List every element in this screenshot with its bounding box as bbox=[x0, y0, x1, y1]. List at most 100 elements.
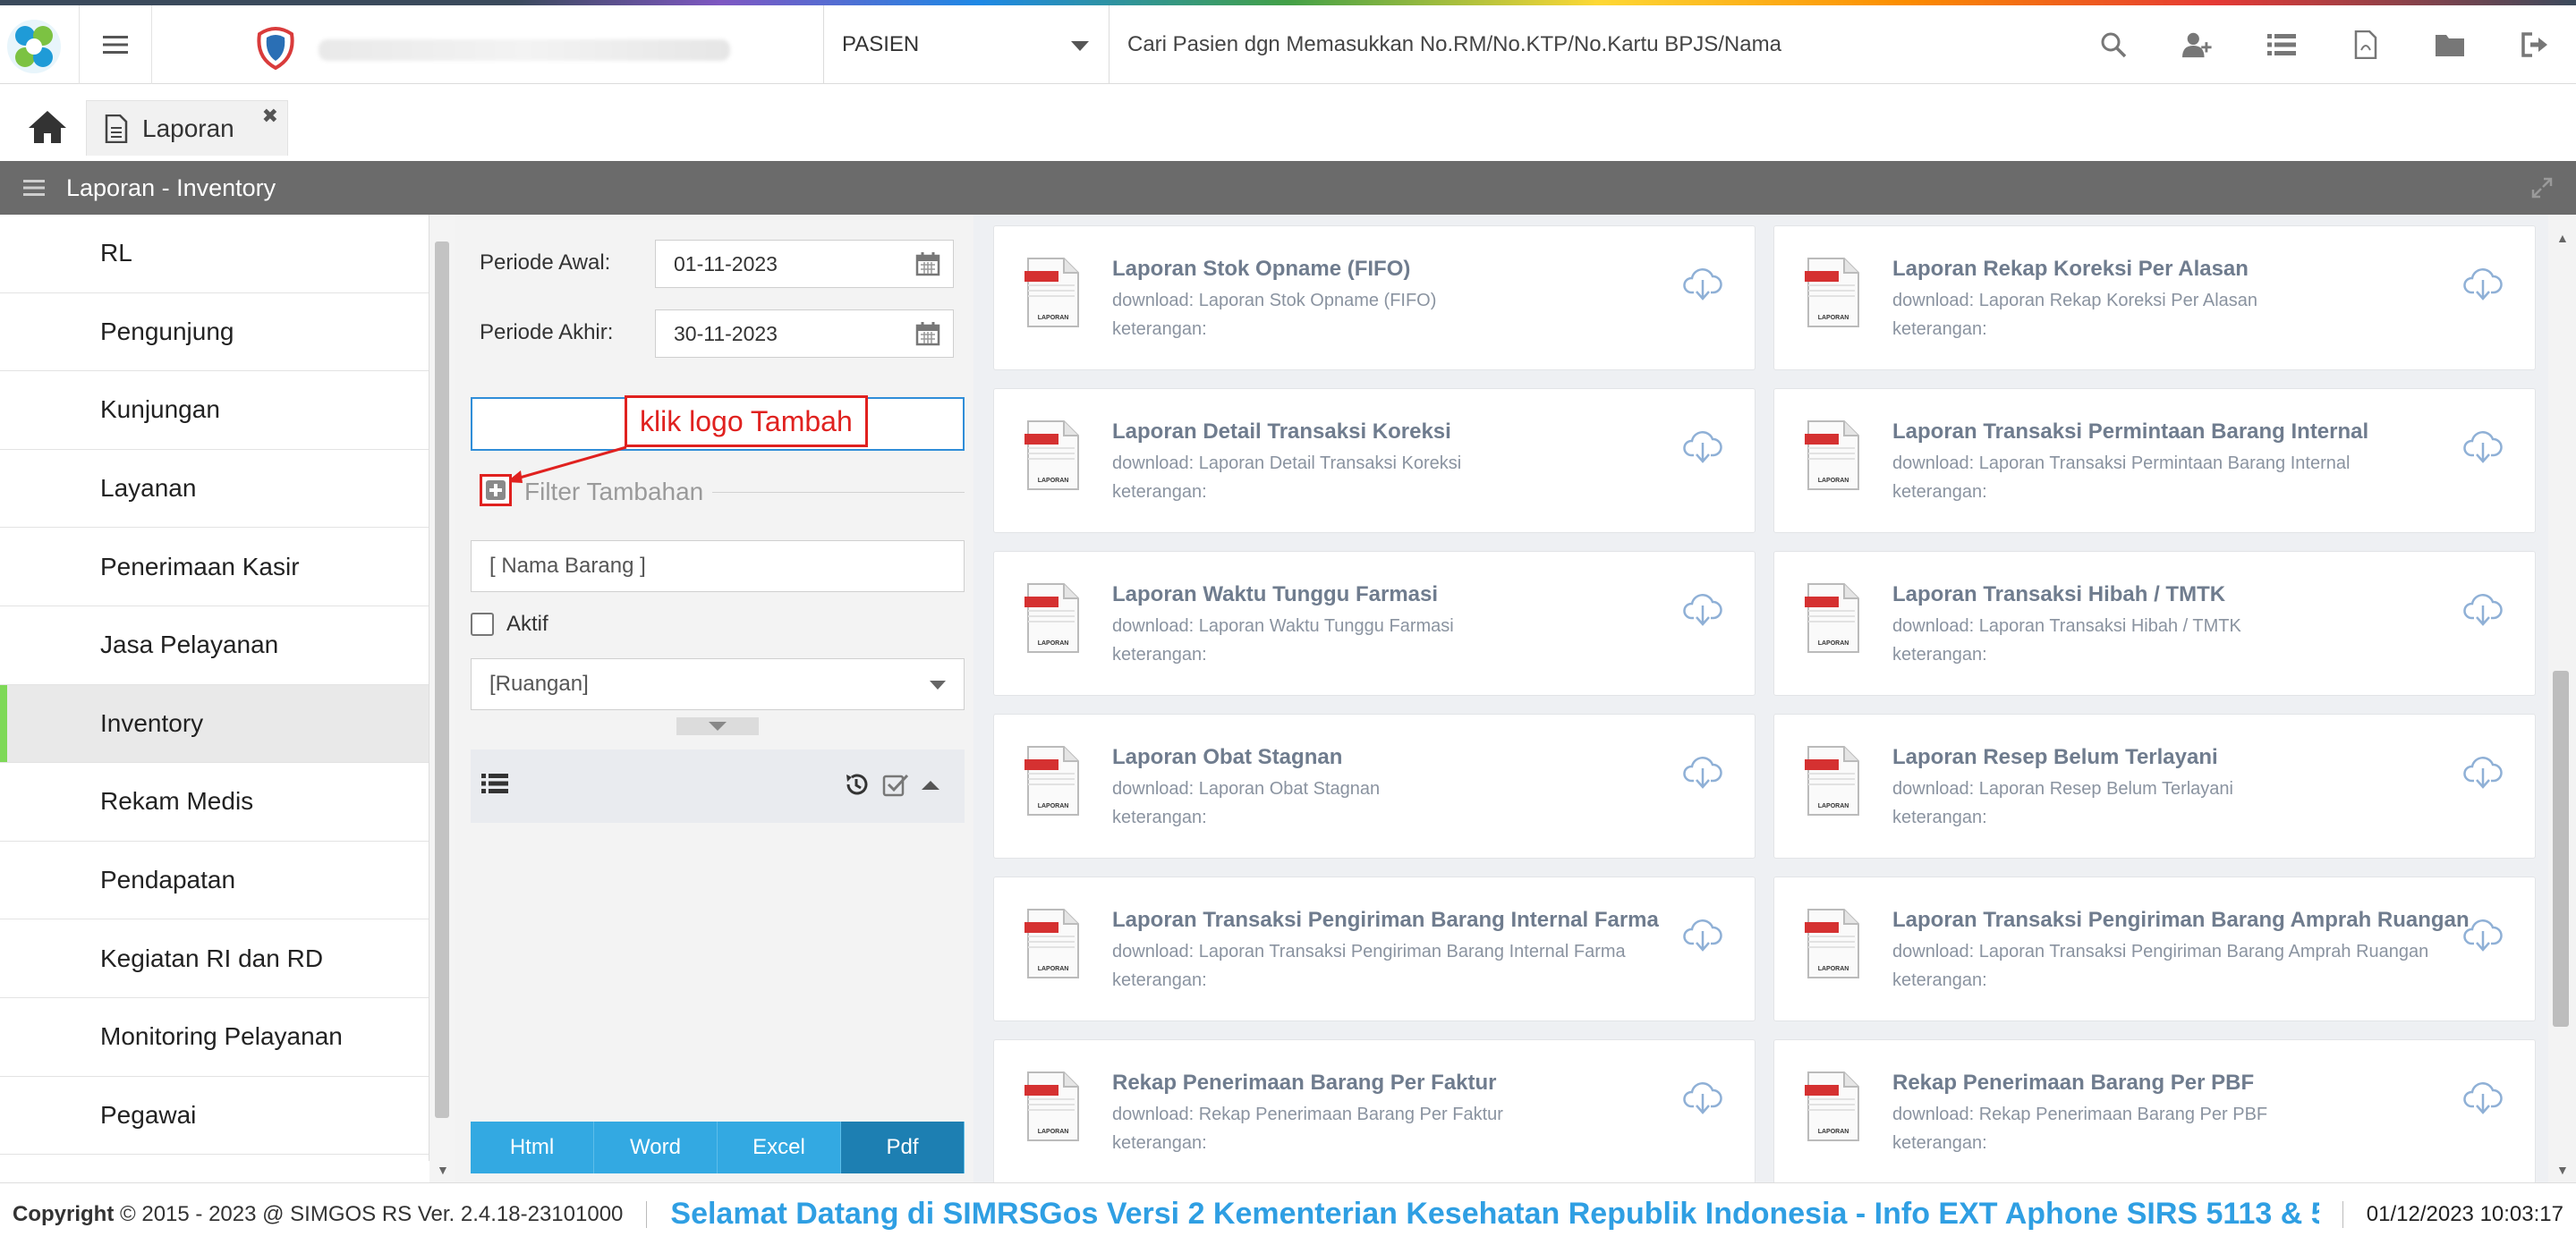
pdf-report-icon: LAPORAN bbox=[1024, 258, 1079, 327]
report-card[interactable]: LAPORAN Laporan Stok Opname (FIFO) downloa… bbox=[993, 225, 1756, 370]
report-card[interactable]: LAPORAN Rekap Penerimaan Barang Per PBF do… bbox=[1773, 1039, 2536, 1182]
history-icon[interactable] bbox=[843, 771, 870, 798]
pdf-badge-text: LAPORAN bbox=[1038, 478, 1069, 484]
sidebar-item-pendapatan[interactable]: Pendapatan bbox=[0, 842, 429, 920]
sidebar-item-kegiatan-ri-rd[interactable]: Kegiatan RI dan RD bbox=[0, 919, 429, 998]
cloud-download-icon[interactable] bbox=[1683, 917, 1722, 953]
report-category-sidebar: RL Pengunjung Kunjungan Layanan Penerima… bbox=[0, 215, 429, 1161]
report-title[interactable]: Rekap Penerimaan Barang Per Faktur bbox=[1112, 1071, 1497, 1096]
calendar-icon[interactable] bbox=[915, 321, 940, 346]
export-pdf-button[interactable]: Pdf bbox=[841, 1122, 965, 1173]
app-logo[interactable] bbox=[5, 18, 63, 75]
cloud-download-icon[interactable] bbox=[2463, 266, 2503, 301]
expand-icon[interactable] bbox=[2531, 177, 2553, 199]
report-card[interactable]: LAPORAN Laporan Transaksi Hibah / TMTK dow… bbox=[1773, 551, 2536, 696]
export-excel-button[interactable]: Excel bbox=[718, 1122, 841, 1173]
report-keterangan: keterangan: bbox=[1892, 1133, 1987, 1153]
cloud-download-icon[interactable] bbox=[2463, 428, 2503, 464]
sidebar-item-pegawai[interactable]: Pegawai bbox=[0, 1077, 429, 1156]
scroll-down-icon[interactable]: ▼ bbox=[437, 1163, 449, 1177]
sidebar-item-label: Pegawai bbox=[100, 1100, 197, 1129]
add-user-icon[interactable] bbox=[2182, 30, 2213, 60]
cloud-download-icon[interactable] bbox=[2463, 591, 2503, 627]
sidebar-item-pengunjung[interactable]: Pengunjung bbox=[0, 293, 429, 372]
export-html-button[interactable]: Html bbox=[471, 1122, 594, 1173]
sidebar-item-monitoring-pelayanan[interactable]: Monitoring Pelayanan bbox=[0, 998, 429, 1077]
periode-akhir-label: Periode Akhir: bbox=[480, 320, 614, 344]
report-title[interactable]: Laporan Rekap Koreksi Per Alasan bbox=[1892, 257, 2249, 282]
menu-toggle-button[interactable] bbox=[79, 5, 152, 84]
sidebar-item-rekam-medis[interactable]: Rekam Medis bbox=[0, 763, 429, 842]
cloud-download-icon[interactable] bbox=[1683, 754, 1722, 790]
scrollbar-thumb[interactable] bbox=[435, 241, 449, 1118]
report-title[interactable]: Laporan Detail Transaksi Koreksi bbox=[1112, 419, 1451, 445]
cloud-download-icon[interactable] bbox=[2463, 754, 2503, 790]
report-card[interactable]: LAPORAN Laporan Rekap Koreksi Per Alasan d… bbox=[1773, 225, 2536, 370]
list-icon[interactable] bbox=[481, 773, 508, 794]
cloud-download-icon[interactable] bbox=[1683, 266, 1722, 301]
sidebar-item-kunjungan[interactable]: Kunjungan bbox=[0, 371, 429, 450]
report-card[interactable]: LAPORAN Rekap Penerimaan Barang Per Faktu… bbox=[993, 1039, 1756, 1182]
patient-selector[interactable]: PASIEN bbox=[823, 5, 1109, 84]
close-icon[interactable]: ✖ bbox=[262, 105, 278, 128]
sidebar-item-jasa-pelayanan[interactable]: Jasa Pelayanan bbox=[0, 606, 429, 685]
cloud-download-icon[interactable] bbox=[2463, 1080, 2503, 1115]
ruangan-select[interactable]: [Ruangan] bbox=[471, 658, 965, 710]
pdf-report-icon: LAPORAN bbox=[1024, 583, 1079, 653]
sidebar-scrollbar[interactable]: ▼ bbox=[429, 215, 455, 1182]
report-title[interactable]: Laporan Waktu Tunggu Farmasi bbox=[1112, 582, 1438, 607]
report-title[interactable]: Laporan Transaksi Pengiriman Barang Inte… bbox=[1112, 908, 1659, 933]
aktif-checkbox-row[interactable]: Aktif bbox=[471, 612, 548, 637]
add-filter-button[interactable] bbox=[480, 474, 512, 506]
pdf-file-icon[interactable] bbox=[2351, 30, 2381, 60]
divider bbox=[646, 1200, 648, 1228]
nama-barang-input[interactable]: [ Nama Barang ] bbox=[471, 540, 965, 592]
report-title[interactable]: Laporan Stok Opname (FIFO) bbox=[1112, 257, 1410, 282]
periode-awal-field[interactable]: 01-11-2023 bbox=[655, 240, 954, 288]
report-title[interactable]: Laporan Resep Belum Terlayani bbox=[1892, 745, 2218, 770]
logout-icon[interactable] bbox=[2519, 30, 2549, 60]
periode-awal-label: Periode Awal: bbox=[480, 250, 611, 275]
caret-up-icon[interactable] bbox=[922, 779, 939, 790]
scrollbar-thumb[interactable] bbox=[2553, 671, 2569, 1027]
report-card[interactable]: LAPORAN Laporan Transaksi Permintaan Bara… bbox=[1773, 388, 2536, 533]
cloud-download-icon[interactable] bbox=[1683, 591, 1722, 627]
cloud-download-icon[interactable] bbox=[1683, 428, 1722, 464]
menu-icon[interactable] bbox=[23, 179, 45, 197]
folder-icon[interactable] bbox=[2435, 30, 2465, 60]
report-title[interactable]: Laporan Transaksi Pengiriman Barang Ampr… bbox=[1892, 908, 2470, 933]
report-card[interactable]: LAPORAN Laporan Transaksi Pengiriman Bara… bbox=[1773, 877, 2536, 1021]
report-title[interactable]: Rekap Penerimaan Barang Per PBF bbox=[1892, 1071, 2254, 1096]
sidebar-item-inventory[interactable]: Inventory bbox=[0, 684, 429, 764]
check-square-icon[interactable] bbox=[882, 771, 909, 798]
cloud-download-icon[interactable] bbox=[2463, 917, 2503, 953]
sidebar-item-penerimaan-kasir[interactable]: Penerimaan Kasir bbox=[0, 528, 429, 606]
cloud-download-icon[interactable] bbox=[1683, 1080, 1722, 1115]
search-icon[interactable] bbox=[2098, 30, 2129, 60]
report-card[interactable]: LAPORAN Laporan Detail Transaksi Koreksi d… bbox=[993, 388, 1756, 533]
report-download-text: download: Rekap Penerimaan Barang Per Fa… bbox=[1112, 1105, 1503, 1124]
sidebar-item-layanan[interactable]: Layanan bbox=[0, 450, 429, 529]
periode-akhir-field[interactable]: 30-11-2023 bbox=[655, 309, 954, 358]
annotation-callout: klik logo Tambah bbox=[625, 395, 868, 447]
list-icon[interactable] bbox=[2266, 30, 2297, 60]
report-card[interactable]: LAPORAN Laporan Transaksi Pengiriman Bara… bbox=[993, 877, 1756, 1021]
home-icon[interactable] bbox=[27, 109, 68, 145]
aktif-checkbox[interactable] bbox=[471, 613, 494, 636]
report-title[interactable]: Laporan Transaksi Permintaan Barang Inte… bbox=[1892, 419, 2368, 445]
report-list-scrollbar[interactable]: ▲ ▼ bbox=[2548, 215, 2576, 1182]
export-word-button[interactable]: Word bbox=[594, 1122, 718, 1173]
scroll-up-icon[interactable]: ▲ bbox=[2556, 231, 2569, 245]
report-card[interactable]: LAPORAN Laporan Resep Belum Terlayani down… bbox=[1773, 714, 2536, 859]
sidebar-item-rl[interactable]: RL bbox=[0, 215, 429, 293]
report-title[interactable]: Laporan Transaksi Hibah / TMTK bbox=[1892, 582, 2225, 607]
calendar-icon[interactable] bbox=[915, 251, 940, 276]
report-title[interactable]: Laporan Obat Stagnan bbox=[1112, 745, 1342, 770]
patient-search-input[interactable]: Cari Pasien dgn Memasukkan No.RM/No.KTP/… bbox=[1127, 5, 1781, 84]
report-card[interactable]: LAPORAN Laporan Obat Stagnan download: Lap… bbox=[993, 714, 1756, 859]
pdf-report-icon: LAPORAN bbox=[1024, 909, 1079, 978]
tab-laporan[interactable]: Laporan ✖ bbox=[86, 100, 288, 156]
scroll-down-icon[interactable]: ▼ bbox=[2556, 1163, 2569, 1177]
report-card[interactable]: LAPORAN Laporan Waktu Tunggu Farmasi downl… bbox=[993, 551, 1756, 696]
collapse-filter-toggle[interactable] bbox=[676, 717, 759, 735]
